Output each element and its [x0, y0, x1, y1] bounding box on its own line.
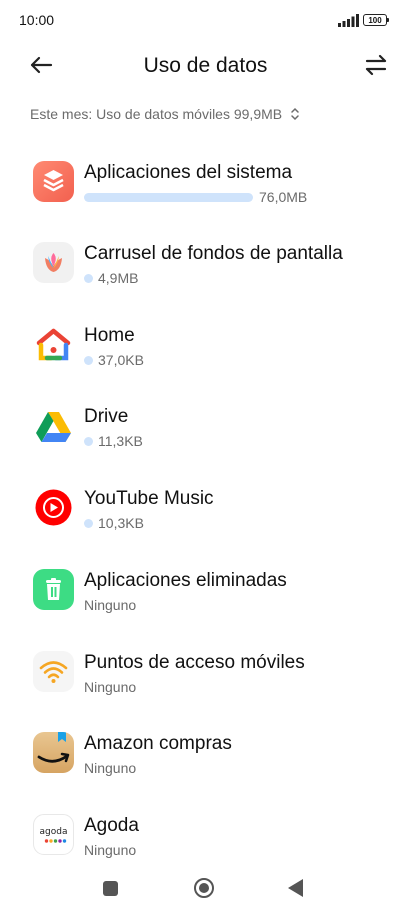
- app-name: Agoda: [84, 815, 139, 836]
- app-usage: Ninguno: [84, 760, 136, 776]
- app-usage: 4,9MB: [84, 270, 138, 286]
- header: Uso de datos: [0, 44, 411, 90]
- usage-dot: [84, 436, 93, 446]
- usage-value: 11,3KB: [98, 433, 143, 449]
- list-item[interactable]: Amazon compras Ninguno: [0, 722, 411, 782]
- recents-button[interactable]: [103, 881, 118, 896]
- wallpaper-carousel-icon: [33, 242, 74, 283]
- app-name: Aplicaciones del sistema: [84, 162, 293, 183]
- app-usage: 10,3KB: [84, 515, 144, 531]
- battery-level: 100: [368, 16, 382, 25]
- usage-value: 10,3KB: [98, 515, 144, 531]
- usage-value: 4,9MB: [98, 270, 139, 286]
- home-button[interactable]: [194, 878, 214, 898]
- app-usage: 11,3KB: [84, 433, 143, 449]
- usage-value: Ninguno: [84, 597, 137, 613]
- battery-icon: 100: [363, 14, 389, 26]
- period-label: Este mes: Uso de datos móviles 99,9MB: [30, 106, 283, 122]
- status-bar: 10:00 100: [0, 0, 411, 40]
- usage-dot: [84, 355, 93, 365]
- signal-icon: [338, 14, 359, 27]
- usage-dot: [84, 518, 93, 528]
- trash-icon: [33, 569, 74, 610]
- system-apps-icon: [33, 161, 74, 202]
- list-item[interactable]: agoda Agoda Ninguno: [0, 804, 411, 864]
- period-selector[interactable]: Este mes: Uso de datos móviles 99,9MB: [30, 106, 300, 122]
- list-item[interactable]: YouTube Music 10,3KB: [0, 477, 411, 537]
- app-usage: 76,0MB: [84, 189, 307, 205]
- navigation-bar: [0, 860, 411, 914]
- app-name: Home: [84, 325, 135, 346]
- usage-value: Ninguno: [84, 679, 137, 695]
- list-item[interactable]: Home 37,0KB: [0, 314, 411, 374]
- page-title: Uso de datos: [143, 54, 268, 77]
- agoda-icon: agoda: [33, 814, 74, 855]
- app-name: Aplicaciones eliminadas: [84, 570, 287, 591]
- status-time: 10:00: [19, 12, 55, 28]
- app-usage: Ninguno: [84, 679, 136, 695]
- list-item[interactable]: Drive 11,3KB: [0, 395, 411, 455]
- google-drive-icon: [33, 405, 74, 446]
- app-usage: Ninguno: [84, 597, 136, 613]
- nav-back-button[interactable]: [288, 879, 303, 897]
- list-item[interactable]: Aplicaciones del sistema 76,0MB: [0, 151, 411, 211]
- app-name: Puntos de acceso móviles: [84, 652, 305, 673]
- amazon-shopping-icon: [33, 732, 74, 773]
- swap-sim-icon[interactable]: [361, 50, 391, 80]
- usage-dot: [84, 273, 93, 283]
- app-name: YouTube Music: [84, 488, 214, 509]
- list-item[interactable]: Carrusel de fondos de pantalla 4,9MB: [0, 232, 411, 292]
- google-home-icon: [33, 324, 74, 365]
- app-usage: Ninguno: [84, 842, 136, 858]
- app-name: Drive: [84, 406, 129, 427]
- app-name: Amazon compras: [84, 733, 232, 754]
- chevron-updown-icon: [291, 107, 299, 121]
- usage-value: 37,0KB: [98, 352, 144, 368]
- app-usage: 37,0KB: [84, 352, 144, 368]
- usage-value: 76,0MB: [259, 189, 308, 205]
- youtube-music-icon: [33, 487, 74, 528]
- usage-bar: [84, 192, 253, 202]
- list-item[interactable]: Aplicaciones eliminadas Ninguno: [0, 559, 411, 619]
- list-item[interactable]: Puntos de acceso móviles Ninguno: [0, 641, 411, 701]
- usage-value: Ninguno: [84, 760, 137, 776]
- hotspot-icon: [33, 651, 74, 692]
- app-name: Carrusel de fondos de pantalla: [84, 243, 343, 264]
- usage-value: Ninguno: [84, 842, 137, 858]
